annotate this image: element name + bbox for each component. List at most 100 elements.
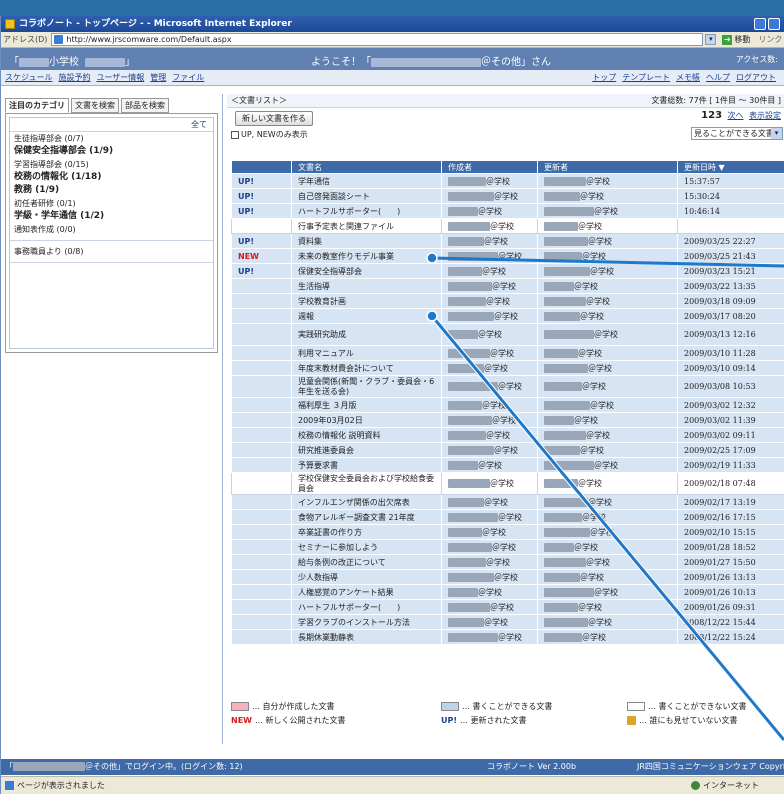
category-item[interactable]: 保健安全指導部会 (1/9) <box>10 145 213 158</box>
url-field[interactable]: http://www.jrscomware.com/Default.aspx <box>51 33 704 46</box>
document-name-link[interactable]: 予算要求書 <box>291 457 442 473</box>
document-name-link[interactable]: 学習クラブのインストール方法 <box>291 614 442 630</box>
document-name-link[interactable]: 自己啓発面談シート <box>291 188 442 204</box>
category-item[interactable]: 学級・学年通信 (1/2) <box>10 210 213 223</box>
table-row[interactable]: 児童会関係(新聞・クラブ・委員会・6年生を送る会) ＠学校 ＠学校 2009/03/0… <box>231 375 784 398</box>
nav-link-left-3[interactable]: 管理 <box>150 73 166 82</box>
table-row[interactable]: UP! 保健安全指導部会 ＠学校 ＠学校 2009/03/23 15:21 <box>231 263 784 279</box>
chevron-down-icon[interactable]: ▾ <box>705 34 717 45</box>
category-item-extra[interactable]: 事務職員より (0/8) <box>10 245 213 258</box>
table-row[interactable]: NEW 未来の教室作りモデル事業 ＠学校 ＠学校 2009/03/25 21:43 <box>231 248 784 264</box>
pager-next-link[interactable]: 次へ <box>728 111 744 120</box>
category-item[interactable]: 校務の情報化 (1/18) <box>10 171 213 184</box>
document-name-link[interactable]: 保健安全指導部会 <box>291 263 442 279</box>
document-name-link[interactable]: 週報 <box>291 308 442 324</box>
table-row[interactable]: 給与条例の改正について ＠学校 ＠学校 2009/01/27 15:50 <box>231 554 784 570</box>
table-row[interactable]: 福利厚生 ３月版 ＠学校 ＠学校 2009/03/02 12:32 <box>231 397 784 413</box>
display-settings-link[interactable]: 表示設定 <box>749 111 781 120</box>
nav-link-right-0[interactable]: トップ <box>592 73 616 82</box>
category-item[interactable]: 教務 (1/9) <box>10 184 213 197</box>
document-name-link[interactable]: 給与条例の改正について <box>291 554 442 570</box>
document-name-link[interactable]: 少人数指導 <box>291 569 442 585</box>
category-item[interactable]: 通知表作成 (0/0) <box>10 223 213 236</box>
document-name-link[interactable]: 卒業証書の作り方 <box>291 524 442 540</box>
document-name-link[interactable]: 人権感覚のアンケート結果 <box>291 584 442 600</box>
sidebar-tab-0[interactable]: 注目のカテゴリ <box>5 98 69 113</box>
table-row[interactable]: 予算要求書 ＠学校 ＠学校 2009/02/19 11:33 <box>231 457 784 473</box>
table-row[interactable]: 週報 ＠学校 ＠学校 2009/03/17 08:20 <box>231 308 784 324</box>
table-row[interactable]: 食物アレルギー調査文書 21年度 ＠学校 ＠学校 2009/02/16 17:15 <box>231 509 784 525</box>
table-row[interactable]: 利用マニュアル ＠学校 ＠学校 2009/03/10 11:28 <box>231 345 784 361</box>
column-name[interactable]: 文書名 <box>291 160 442 174</box>
document-name-link[interactable]: 学校教育計画 <box>291 293 442 309</box>
document-name-link[interactable]: セミナーに参加しよう <box>291 539 442 555</box>
go-button[interactable]: ➜ 移動 <box>722 34 750 45</box>
document-name-link[interactable]: 利用マニュアル <box>291 345 442 361</box>
category-item[interactable]: 初任者研修 (0/1) <box>10 197 213 210</box>
up-new-filter[interactable]: UP, NEWのみ表示 <box>231 129 308 140</box>
document-name-link[interactable]: ハートフルサポーター( ) <box>291 203 442 219</box>
nav-link-right-3[interactable]: ヘルプ <box>706 73 730 82</box>
table-row[interactable]: 研究推進委員会 ＠学校 ＠学校 2009/02/25 17:09 <box>231 442 784 458</box>
column-updater[interactable]: 更新者 <box>537 160 678 174</box>
maximize-icon[interactable] <box>768 18 780 30</box>
document-name-link[interactable]: 長期休業動静表 <box>291 629 442 645</box>
nav-link-right-2[interactable]: メモ帳 <box>676 73 700 82</box>
view-select[interactable]: 見ることができる文書 ▾ <box>691 127 783 140</box>
pager-pages[interactable]: 123 <box>701 110 722 121</box>
table-row[interactable]: 行事予定表と関連ファイル ＠学校 ＠学校 <box>231 218 784 234</box>
document-name-link[interactable]: 福利厚生 ３月版 <box>291 397 442 413</box>
table-row[interactable]: 学校教育計画 ＠学校 ＠学校 2009/03/18 09:09 <box>231 293 784 309</box>
table-row[interactable]: 年度末教材費会計について ＠学校 ＠学校 2009/03/10 09:14 <box>231 360 784 376</box>
table-row[interactable]: 長期休業動静表 ＠学校 ＠学校 2008/12/22 15:24 <box>231 629 784 645</box>
document-name-link[interactable]: 児童会関係(新聞・クラブ・委員会・6年生を送る会) <box>291 375 442 398</box>
document-name-link[interactable]: 2009年03月02日 <box>291 412 442 428</box>
table-row[interactable]: UP! 学年通信 ＠学校 ＠学校 15:37:57 <box>231 173 784 189</box>
table-row[interactable]: 卒業証書の作り方 ＠学校 ＠学校 2009/02/10 15:15 <box>231 524 784 540</box>
nav-link-right-4[interactable]: ログアウト <box>736 73 776 82</box>
all-categories-link[interactable]: 全て <box>10 118 213 132</box>
document-name-link[interactable]: インフルエンザ関係の出欠席表 <box>291 494 442 510</box>
sidebar-tab-2[interactable]: 部品を検索 <box>121 98 169 113</box>
category-item[interactable]: 生徒指導部会 (0/7) <box>10 132 213 145</box>
filter-checkbox[interactable] <box>231 130 239 139</box>
new-document-button[interactable]: 新しい文書を作る <box>235 111 313 126</box>
document-name-link[interactable]: 学年通信 <box>291 173 442 189</box>
column-date[interactable]: 更新日時 ▼ <box>677 160 784 174</box>
table-row[interactable]: 学校保健安全委員会および学校給食委員会 ＠学校 ＠学校 2009/02/18 07:4… <box>231 472 784 495</box>
document-name-link[interactable]: 未来の教室作りモデル事業 <box>291 248 442 264</box>
table-row[interactable]: 学習クラブのインストール方法 ＠学校 ＠学校 2008/12/22 15:44 <box>231 614 784 630</box>
nav-link-left-1[interactable]: 施設予約 <box>58 73 90 82</box>
document-name-link[interactable]: 行事予定表と関連ファイル <box>291 218 442 234</box>
column-creator[interactable]: 作成者 <box>441 160 538 174</box>
sidebar-tab-1[interactable]: 文書を検索 <box>71 98 119 113</box>
nav-link-right-1[interactable]: テンプレート <box>622 73 670 82</box>
document-name-link[interactable]: 食物アレルギー調査文書 21年度 <box>291 509 442 525</box>
document-name-link[interactable]: ハートフルサポーター( ) <box>291 599 442 615</box>
document-name-link[interactable]: 年度末教材費会計について <box>291 360 442 376</box>
document-name-link[interactable]: 実践研究助成 <box>291 323 442 346</box>
table-row[interactable]: 2009年03月02日 ＠学校 ＠学校 2009/03/02 11:39 <box>231 412 784 428</box>
table-row[interactable]: ハートフルサポーター( ) ＠学校 ＠学校 2009/01/26 09:31 <box>231 599 784 615</box>
document-name-link[interactable]: 学校保健安全委員会および学校給食委員会 <box>291 472 442 495</box>
table-row[interactable]: UP! 資料集 ＠学校 ＠学校 2009/03/25 22:27 <box>231 233 784 249</box>
minimize-icon[interactable] <box>754 18 766 30</box>
nav-link-left-4[interactable]: ファイル <box>172 73 204 82</box>
category-item[interactable]: 学習指導部会 (0/15) <box>10 158 213 171</box>
table-row[interactable]: 生活指導 ＠学校 ＠学校 2009/03/22 13:35 <box>231 278 784 294</box>
table-row[interactable]: 校務の情報化 説明資料 ＠学校 ＠学校 2009/03/02 09:11 <box>231 427 784 443</box>
document-name-link[interactable]: 生活指導 <box>291 278 442 294</box>
table-row[interactable]: UP! ハートフルサポーター( ) ＠学校 ＠学校 10:46:14 <box>231 203 784 219</box>
document-name-link[interactable]: 資料集 <box>291 233 442 249</box>
table-row[interactable]: 少人数指導 ＠学校 ＠学校 2009/01/26 13:13 <box>231 569 784 585</box>
table-row[interactable]: セミナーに参加しよう ＠学校 ＠学校 2009/01/28 18:52 <box>231 539 784 555</box>
nav-link-left-0[interactable]: スケジュール <box>5 73 52 82</box>
table-row[interactable]: インフルエンザ関係の出欠席表 ＠学校 ＠学校 2009/02/17 13:19 <box>231 494 784 510</box>
table-row[interactable]: 実践研究助成 ＠学校 ＠学校 2009/03/13 12:16 <box>231 323 784 346</box>
table-row[interactable]: UP! 自己啓発面談シート ＠学校 ＠学校 15:30:24 <box>231 188 784 204</box>
document-name-link[interactable]: 校務の情報化 説明資料 <box>291 427 442 443</box>
nav-link-left-2[interactable]: ユーザー情報 <box>96 73 144 82</box>
document-name-link[interactable]: 研究推進委員会 <box>291 442 442 458</box>
links-label[interactable]: リンク <box>758 34 782 45</box>
table-row[interactable]: 人権感覚のアンケート結果 ＠学校 ＠学校 2009/01/26 10:13 <box>231 584 784 600</box>
